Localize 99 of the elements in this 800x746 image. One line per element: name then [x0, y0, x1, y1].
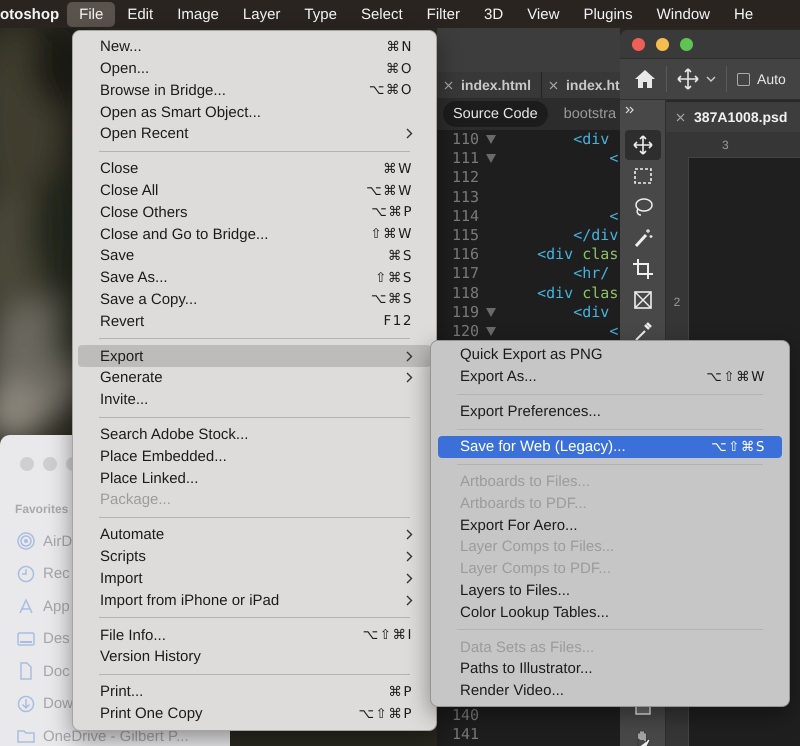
menu-item[interactable]: Close ⌘W — [78, 158, 431, 180]
menu-item[interactable]: Open Recent — [78, 123, 431, 145]
line-number: 119 — [452, 302, 480, 322]
menu-item[interactable]: Place Embedded... — [78, 446, 431, 468]
code-line: </div — [572, 226, 618, 246]
menu-bar-item[interactable]: Image — [165, 2, 231, 26]
menu-item[interactable]: File Info... ⌥⇧⌘I — [78, 624, 431, 646]
menu-bar-item[interactable]: Edit — [115, 2, 166, 26]
shortcut: ⌥⌘S — [370, 291, 413, 308]
tab-label: index.ht — [566, 77, 620, 93]
sidebar-heading: Favorites — [15, 502, 68, 516]
menu-item[interactable]: Color Lookup Tables... — [438, 601, 782, 623]
menu-bar-item[interactable]: Filter — [414, 2, 472, 26]
menu-item[interactable]: Paths to Illustrator... — [438, 658, 782, 680]
menu-item[interactable]: Generate — [78, 367, 431, 389]
code-line: < — [608, 322, 618, 342]
line-number: 111 — [452, 149, 480, 168]
menu-item[interactable]: Close Others ⌥⌘P — [78, 202, 431, 224]
menu-item[interactable]: Version History — [78, 646, 431, 668]
menu-item[interactable]: Export For Aero... — [438, 514, 782, 536]
shortcut: ⌥⇧⌘P — [358, 706, 413, 722]
shortcut: ⌥⇧⌘S — [711, 438, 766, 455]
menu-bar-item[interactable]: Type — [292, 2, 349, 26]
shortcut: ⌥⌘P — [371, 204, 413, 220]
shortcut: ⌘W — [383, 160, 413, 177]
document-tab[interactable]: 387A1008.psd — [666, 102, 800, 132]
line-number: 113 — [452, 188, 480, 207]
menu-item[interactable]: Layers to Files... — [438, 580, 782, 602]
menu-item[interactable]: Export — [78, 345, 431, 367]
tab-label: 387A1008.psd — [694, 109, 788, 125]
menu-bar-item[interactable]: Layer — [230, 2, 292, 26]
line-number: 110 — [452, 130, 480, 150]
menu-item[interactable]: Save a Copy... ⌥⌘S — [78, 288, 431, 310]
tab-label: index.html — [461, 77, 532, 93]
menu-item[interactable]: Search Adobe Stock... — [78, 424, 431, 446]
menu-item[interactable]: Open... ⌘O — [78, 58, 431, 80]
shortcut: ⌘O — [386, 60, 413, 77]
menu-item[interactable]: Print... ⌘P — [78, 681, 431, 703]
menu-bar-item[interactable]: File — [67, 2, 116, 26]
shortcut: ⌥⇧⌘I — [362, 627, 413, 644]
shortcut: ⌥⇧⌘W — [706, 368, 766, 385]
line-number: 114 — [452, 206, 480, 226]
menu-item[interactable]: Export As... ⌥⇧⌘W — [438, 366, 782, 388]
menu-bar-item[interactable]: View — [515, 2, 572, 26]
app-name[interactable]: otoshop — [0, 6, 60, 22]
file-tab[interactable]: index.ht — [542, 72, 620, 98]
menu-item[interactable]: Render Video... — [438, 680, 782, 702]
menu-item[interactable]: Open as Smart Object... — [78, 101, 431, 123]
view-tab[interactable]: bootstra — [554, 101, 620, 127]
shortcut: ⌥⌘W — [366, 182, 413, 199]
line-number: 118 — [452, 284, 480, 303]
line-number: 141 — [452, 724, 480, 744]
menu-item[interactable]: Revert F12 — [78, 310, 431, 332]
shortcut: ⌥⌘O — [368, 82, 413, 98]
line-number: 120 — [452, 322, 480, 342]
line-number: 115 — [452, 226, 480, 246]
menu-item[interactable]: Quick Export as PNG — [438, 344, 782, 366]
menu-item[interactable]: Invite... — [78, 388, 431, 410]
menu-item[interactable]: Place Linked... — [78, 467, 431, 489]
code-line: <div — [572, 302, 610, 322]
menu-item[interactable]: New... ⌘N — [78, 36, 431, 58]
menu-item[interactable]: Import — [78, 568, 431, 590]
menu-item[interactable]: Close and Go to Bridge... ⇧⌘W — [78, 223, 431, 245]
menu-bar-item[interactable]: Select — [348, 2, 415, 26]
menu-item[interactable]: Automate — [78, 524, 431, 546]
line-number: 112 — [452, 168, 480, 188]
shortcut: ⇧⌘S — [375, 270, 413, 286]
code-line: <div — [572, 130, 610, 150]
menu-item[interactable]: Scripts — [78, 546, 431, 568]
menu-bar-item[interactable]: Window — [644, 2, 722, 26]
code-line: < — [608, 206, 618, 226]
menu-item[interactable]: Browse in Bridge... ⌥⌘O — [78, 80, 431, 102]
view-tab[interactable]: Source Code — [443, 101, 548, 127]
code-line: < — [608, 149, 618, 168]
ruler-number: 2 — [674, 295, 680, 309]
menu-item[interactable]: Save ⌘S — [78, 245, 431, 267]
code-line: <div clas — [536, 284, 618, 303]
ruler-number: 3 — [722, 138, 729, 152]
line-number: 117 — [452, 264, 480, 284]
menu-bar-item[interactable]: Plugins — [571, 2, 645, 26]
shortcut: ⇧⌘W — [370, 226, 413, 242]
shortcut: ⌘P — [388, 684, 413, 700]
menu-item[interactable]: Close All ⌥⌘W — [78, 180, 431, 202]
code-line: <div clas — [536, 245, 618, 264]
line-number: 116 — [452, 245, 480, 264]
menu-item[interactable]: Save for Web (Legacy)... ⌥⇧⌘S — [438, 436, 782, 458]
menu-item[interactable]: Save As... ⇧⌘S — [78, 266, 431, 288]
menu-bar-item[interactable]: 3D — [472, 2, 516, 26]
line-number: 140 — [452, 706, 480, 725]
code-line: <hr/ — [572, 264, 610, 284]
file-tab[interactable]: index.html — [437, 72, 542, 98]
shortcut: ⌘S — [388, 248, 413, 264]
menu-item[interactable]: Import from iPhone or iPad — [78, 589, 431, 611]
shortcut: ⌘N — [386, 38, 413, 55]
shortcut: F12 — [384, 313, 413, 330]
checkbox-label: Auto — [757, 71, 786, 87]
menu-item[interactable]: Print One Copy ⌥⇧⌘P — [78, 702, 431, 724]
menu-bar-item[interactable]: He — [722, 2, 766, 26]
menu-item[interactable]: Export Preferences... — [438, 400, 782, 422]
